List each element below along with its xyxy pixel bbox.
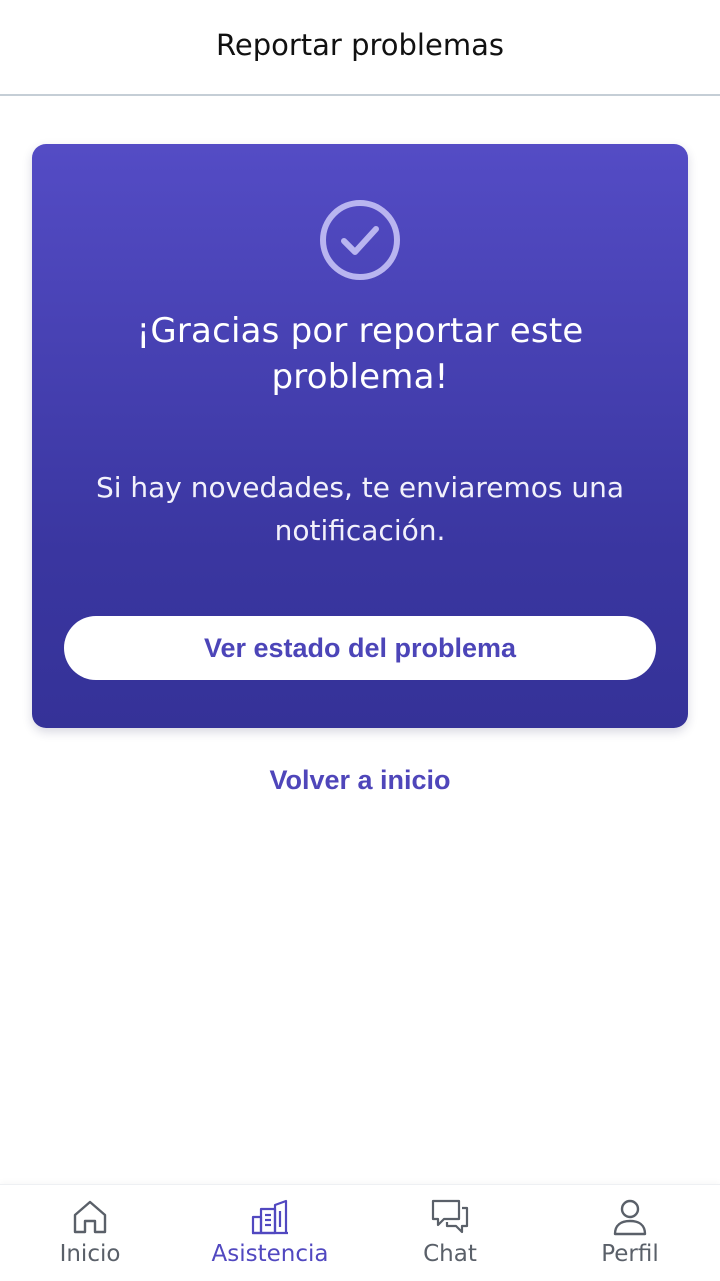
nav-item-inicio[interactable]: Inicio: [0, 1185, 180, 1281]
chat-bubbles-icon: [431, 1199, 469, 1234]
nav-label-perfil: Perfil: [601, 1241, 659, 1267]
top-app-bar: Reportar problemas: [0, 0, 720, 96]
buildings-icon: [251, 1199, 288, 1235]
nav-item-perfil[interactable]: Perfil: [540, 1185, 720, 1281]
back-to-home-link[interactable]: Volver a inicio: [0, 758, 720, 802]
nav-item-asistencia[interactable]: Asistencia: [180, 1185, 360, 1281]
user-icon: [613, 1199, 647, 1236]
nav-label-asistencia: Asistencia: [211, 1241, 329, 1267]
nav-label-inicio: Inicio: [59, 1241, 121, 1267]
check-circle-icon: [320, 200, 400, 280]
home-icon: [73, 1200, 107, 1234]
confirmation-message: Si hay novedades, te enviaremos una noti…: [95, 471, 625, 547]
bottom-navigation: Inicio Asistencia Chat Perfil: [0, 1184, 720, 1280]
nav-item-chat[interactable]: Chat: [360, 1185, 540, 1281]
view-issue-status-button[interactable]: Ver estado del problema: [64, 616, 656, 680]
confirmation-title: ¡Gracias por reportar este problema!: [136, 311, 584, 397]
confirmation-card: ¡Gracias por reportar este problema! Si …: [32, 144, 688, 728]
nav-label-chat: Chat: [423, 1241, 477, 1267]
page-title: Reportar problemas: [216, 28, 504, 62]
